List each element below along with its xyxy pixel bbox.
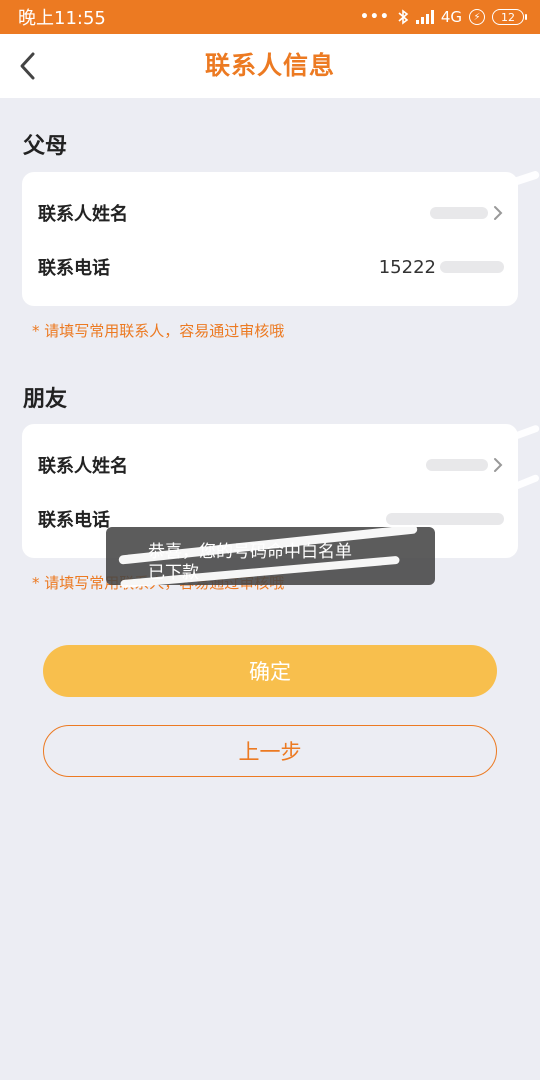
parents-phone-row[interactable]: 联系电话 15222 [38, 247, 504, 287]
parents-name-row[interactable]: 联系人姓名 [38, 193, 504, 233]
page-title: 联系人信息 [204, 51, 335, 80]
confirm-button[interactable]: 确定 [43, 645, 497, 697]
contact-name-label: 联系人姓名 [38, 204, 128, 225]
redacted-name [430, 207, 488, 219]
network-type: 4G [440, 8, 462, 26]
contact-name-value [426, 456, 504, 474]
status-icons: ••• 4G ⚡ 12 [359, 8, 527, 26]
bluetooth-icon [398, 9, 409, 25]
chevron-right-icon [494, 458, 503, 472]
status-bar: 晚上11:55 ••• 4G ⚡ 12 [0, 0, 540, 34]
previous-step-button[interactable]: 上一步 [43, 725, 497, 777]
redacted-phone [440, 261, 504, 273]
section-title-friends: 朋友 [23, 387, 68, 412]
contact-hint: * 请填写常用联系人，容易通过审核哦 [32, 322, 285, 340]
contact-name-label: 联系人姓名 [38, 456, 128, 477]
battery-icon: 12 [492, 9, 527, 25]
phone-number-visible: 15222 [378, 256, 436, 278]
charging-icon: ⚡ [469, 9, 485, 25]
redacted-phone [386, 513, 504, 525]
contact-phone-label: 联系电话 [38, 258, 110, 279]
signal-icon [415, 10, 434, 24]
parents-contact-card: 联系人姓名 联系电话 15222 [22, 172, 518, 306]
redacted-name [426, 459, 488, 471]
contact-phone-value [382, 513, 504, 525]
header: 联系人信息 [0, 34, 540, 98]
section-title-parents: 父母 [23, 134, 68, 159]
friends-name-row[interactable]: 联系人姓名 [38, 445, 504, 485]
chevron-right-icon [494, 206, 503, 220]
back-arrow-icon [20, 52, 35, 80]
battery-level: 12 [501, 10, 515, 24]
contact-phone-label: 联系电话 [38, 510, 110, 531]
back-button[interactable] [12, 48, 42, 84]
contact-name-value [430, 204, 504, 222]
status-time: 晚上11:55 [18, 8, 106, 29]
more-dots-icon: ••• [359, 9, 390, 25]
contact-phone-value: 15222 [379, 257, 504, 278]
